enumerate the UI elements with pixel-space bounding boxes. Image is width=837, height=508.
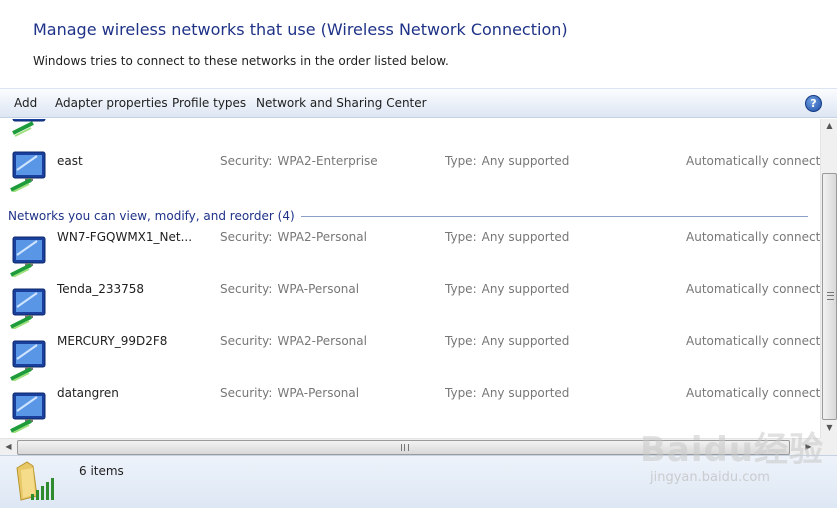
network-row[interactable]: Tenda_233758 Security: WPA-Personal Type:… [0, 280, 820, 332]
network-security: Security: WPA2-Personal [220, 230, 367, 244]
scroll-up-icon[interactable]: ▲ [821, 121, 837, 130]
type-label: Type: [445, 282, 477, 296]
type-value: Any supported [481, 386, 570, 400]
network-row[interactable]: WN7-FGQWMX1_Net... Security: WPA2-Persona… [0, 228, 820, 280]
page-header: Manage wireless networks that use (Wirel… [0, 0, 837, 88]
wireless-folder-icon [16, 461, 54, 501]
type-label: Type: [445, 334, 477, 348]
grip-icon [827, 292, 834, 300]
network-security: Security: WPA2-Enterprise [220, 154, 378, 168]
network-type: Type: Any supported [445, 282, 569, 296]
network-type: Type: Any supported [445, 334, 569, 348]
network-security: Security: WPA-Personal [220, 386, 359, 400]
security-value: WPA2-Enterprise [277, 154, 378, 168]
wireless-network-icon [10, 288, 46, 329]
adapter-properties-button[interactable]: Adapter properties [55, 96, 168, 110]
add-button[interactable]: Add [14, 96, 37, 110]
network-connect-mode: Automatically connect [686, 386, 820, 400]
security-label: Security: [220, 154, 273, 168]
security-value: WPA2-Personal [277, 334, 367, 348]
network-connect-mode: Automatically connect [686, 282, 820, 296]
network-security: Security: WPA-Personal [220, 282, 359, 296]
profile-types-button[interactable]: Profile types [172, 96, 246, 110]
watermark-logo: Baidu经验 [640, 430, 825, 470]
group-label: Networks you can view, modify, and reord… [8, 209, 301, 223]
network-type: Type: Any supported [445, 230, 569, 244]
page-subtitle: Windows tries to connect to these networ… [33, 54, 449, 68]
wireless-network-icon [12, 119, 46, 137]
watermark-url: jingyan.baidu.com [650, 470, 770, 485]
network-list: east Security: WPA2-Enterprise Type: Any s… [0, 119, 820, 438]
security-label: Security: [220, 386, 273, 400]
network-connect-mode: Automatically connect [686, 334, 820, 348]
wireless-network-icon [10, 151, 46, 192]
toolbar: Add Adapter properties Profile types Net… [0, 88, 837, 118]
wireless-network-icon [10, 392, 46, 433]
network-type: Type: Any supported [445, 154, 569, 168]
page-title: Manage wireless networks that use (Wirel… [33, 20, 568, 39]
help-icon[interactable]: ? [805, 95, 822, 112]
type-label: Type: [445, 154, 477, 168]
vertical-scroll-thumb[interactable] [822, 173, 837, 420]
network-connect-mode: Automatically connect [686, 154, 820, 168]
network-security: Security: WPA2-Personal [220, 334, 367, 348]
scroll-left-icon[interactable]: ◀ [0, 442, 17, 451]
security-value: WPA-Personal [277, 386, 360, 400]
network-name: MERCURY_99D2F8 [57, 334, 168, 348]
network-name: WN7-FGQWMX1_Net... [57, 230, 193, 244]
network-type: Type: Any supported [445, 386, 569, 400]
item-count: 6 items [79, 464, 124, 478]
type-label: Type: [445, 230, 477, 244]
vertical-scrollbar[interactable]: ▲ ▼ [820, 119, 837, 438]
type-value: Any supported [481, 282, 570, 296]
security-label: Security: [220, 230, 273, 244]
security-value: WPA2-Personal [277, 230, 367, 244]
security-label: Security: [220, 334, 273, 348]
network-name: Tenda_233758 [57, 282, 145, 296]
baidu-watermark: Baidu经验 jingyan.baidu.com [640, 412, 830, 502]
network-row[interactable] [0, 119, 820, 141]
network-connect-mode: Automatically connect [686, 230, 820, 244]
security-label: Security: [220, 282, 273, 296]
type-label: Type: [445, 386, 477, 400]
network-name: datangren [57, 386, 119, 400]
network-name: east [57, 154, 83, 168]
wireless-network-icon [10, 340, 46, 381]
type-value: Any supported [481, 230, 570, 244]
type-value: Any supported [481, 334, 570, 348]
grip-icon [401, 444, 409, 451]
network-row-east[interactable]: east Security: WPA2-Enterprise Type: Any s… [0, 143, 820, 195]
wireless-network-icon [10, 236, 46, 277]
network-row[interactable]: MERCURY_99D2F8 Security: WPA2-Personal Ty… [0, 332, 820, 384]
network-sharing-center-button[interactable]: Network and Sharing Center [256, 96, 427, 110]
security-value: WPA-Personal [277, 282, 360, 296]
group-header: Networks you can view, modify, and reord… [8, 209, 808, 223]
type-value: Any supported [481, 154, 570, 168]
